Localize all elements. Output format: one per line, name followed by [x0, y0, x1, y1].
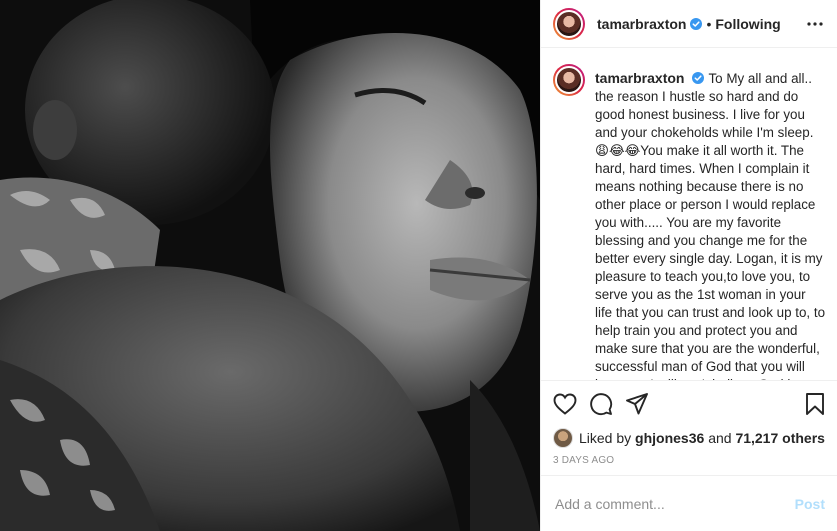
post-side-panel: tamarbraxton • Following tamarbraxton To…	[540, 0, 837, 531]
caption-username[interactable]: tamarbraxton	[595, 70, 684, 86]
post-timestamp[interactable]: 3 DAYS AGO	[541, 449, 837, 475]
instagram-post: tamarbraxton • Following tamarbraxton To…	[0, 0, 837, 531]
comment-bar: Post	[541, 475, 837, 531]
post-photo[interactable]	[0, 0, 540, 531]
share-glyph	[626, 393, 648, 415]
author-avatar-image	[555, 9, 583, 38]
author-username[interactable]: tamarbraxton	[597, 16, 686, 32]
caption-avatar-image	[555, 66, 583, 94]
more-dots-glyph	[807, 21, 823, 26]
following-button[interactable]: Following	[715, 16, 780, 32]
heart-glyph	[553, 393, 577, 415]
verified-badge-icon	[690, 17, 703, 30]
caption: tamarbraxton To My all and all.. the rea…	[595, 69, 825, 380]
caption-verified-icon	[692, 72, 705, 84]
likes-prefix: Liked by	[579, 430, 632, 446]
more-options-icon[interactable]	[803, 12, 827, 36]
comment-input[interactable]	[555, 495, 795, 512]
photo-image	[0, 0, 540, 531]
liker-avatar[interactable]	[553, 428, 573, 448]
likes-count[interactable]: 71,217 others	[735, 430, 825, 446]
heart-icon[interactable]	[553, 392, 577, 416]
post-actions	[541, 381, 837, 427]
share-icon[interactable]	[625, 392, 649, 416]
likes-summary: Liked by ghjones36 and 71,217 others	[541, 427, 837, 449]
caption-area: tamarbraxton To My all and all.. the rea…	[541, 48, 837, 381]
likes-and: and	[708, 430, 732, 446]
caption-text: To My all and all.. the reason I hustle …	[595, 71, 826, 380]
liker-username[interactable]: ghjones36	[635, 430, 704, 446]
separator-dot: •	[706, 15, 712, 32]
bookmark-icon[interactable]	[803, 392, 827, 416]
author-avatar[interactable]	[553, 7, 585, 40]
post-comment-button[interactable]: Post	[795, 496, 825, 512]
post-header: tamarbraxton • Following	[541, 0, 837, 48]
comment-icon[interactable]	[589, 392, 613, 416]
caption-avatar[interactable]	[553, 64, 585, 96]
comment-glyph	[590, 393, 613, 416]
bookmark-glyph	[806, 393, 824, 415]
header-user-info: tamarbraxton • Following	[597, 16, 803, 32]
